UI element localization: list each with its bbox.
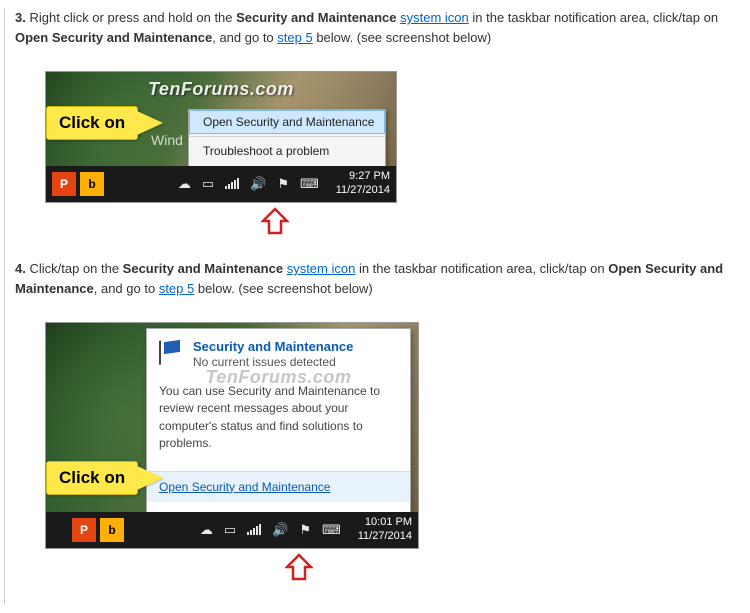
system-icon-link[interactable]: system icon [400, 10, 469, 25]
click-on-callout: Click on [46, 106, 163, 140]
taskbar-clock[interactable]: 10:01 PM 11/27/2014 [352, 516, 412, 544]
step-5-link[interactable]: step 5 [277, 30, 312, 45]
step-3-text: 3. Right click or press and hold on the … [15, 8, 742, 47]
click-on-callout: Click on [46, 461, 163, 495]
menu-open-security[interactable]: Open Security and Maintenance [189, 110, 385, 134]
network-icon[interactable] [247, 523, 261, 538]
action-flag-icon[interactable]: ⚑ [277, 176, 289, 192]
keyboard-icon[interactable]: ⌨ [300, 176, 319, 192]
watermark: TenForums.com [206, 367, 352, 388]
network-icon[interactable] [225, 177, 239, 192]
red-up-arrow-icon [285, 553, 313, 581]
security-flyout: Security and Maintenance No current issu… [146, 328, 411, 513]
flyout-body: You can use Security and Maintenance to … [159, 383, 398, 453]
step-4-text: 4. Click/tap on the Security and Mainten… [15, 259, 742, 298]
flyout-open-security-link[interactable]: Open Security and Maintenance [147, 472, 410, 502]
callout-arrow-icon [137, 111, 163, 135]
menu-separator [189, 136, 385, 137]
system-icon-link[interactable]: system icon [287, 261, 356, 276]
volume-icon[interactable]: 🔊 [272, 522, 288, 538]
onedrive-icon[interactable]: ☁ [178, 176, 191, 192]
battery-icon[interactable]: ▭ [224, 522, 236, 538]
step-number: 3. [15, 10, 26, 25]
volume-icon[interactable]: 🔊 [250, 176, 266, 192]
taskbar-app-b[interactable]: b [80, 172, 104, 196]
step-number: 4. [15, 261, 26, 276]
onedrive-icon[interactable]: ☁ [200, 522, 213, 538]
taskbar-app-p[interactable]: P [52, 172, 76, 196]
menu-troubleshoot[interactable]: Troubleshoot a problem [189, 139, 385, 163]
red-up-arrow-icon [261, 207, 289, 235]
screenshot-step-3: TenForums.com Wind Open Security and Mai… [45, 71, 397, 235]
callout-arrow-icon [137, 466, 163, 490]
screenshot-step-4: Evaluation copy. Build 9879 Security and… [45, 322, 419, 581]
battery-icon[interactable]: ▭ [202, 176, 214, 192]
watermark: TenForums.com [148, 79, 294, 100]
keyboard-icon[interactable]: ⌨ [322, 522, 341, 538]
taskbar-app-b[interactable]: b [100, 518, 124, 542]
taskbar-clock[interactable]: 9:27 PM 11/27/2014 [330, 170, 390, 198]
taskbar-app-p[interactable]: P [72, 518, 96, 542]
taskbar: P b ☁ ▭ 🔊 ⚑ ⌨ 9:27 PM 11/27/2014 [46, 166, 396, 202]
flyout-title: Security and Maintenance [193, 339, 353, 354]
action-flag-icon[interactable]: ⚑ [299, 522, 311, 538]
step-5-link[interactable]: step 5 [159, 281, 194, 296]
security-flag-icon [159, 339, 185, 365]
taskbar: P b ☁ ▭ 🔊 ⚑ ⌨ 10:01 PM 11/27/2014 [46, 512, 418, 548]
